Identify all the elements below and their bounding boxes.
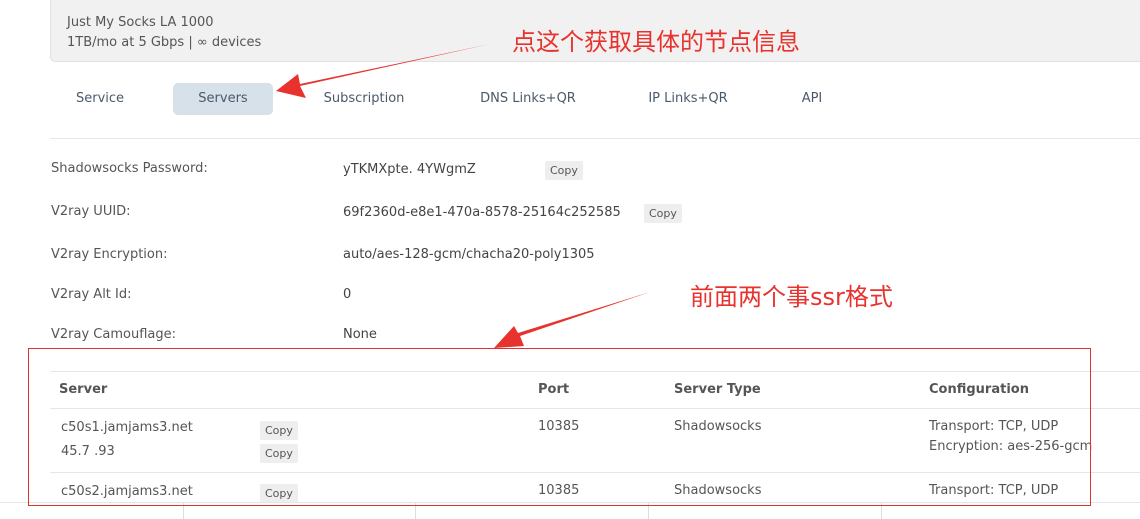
arrow-icon — [494, 292, 650, 348]
arrow-icon — [276, 44, 490, 98]
annotation-arrows — [276, 44, 650, 348]
